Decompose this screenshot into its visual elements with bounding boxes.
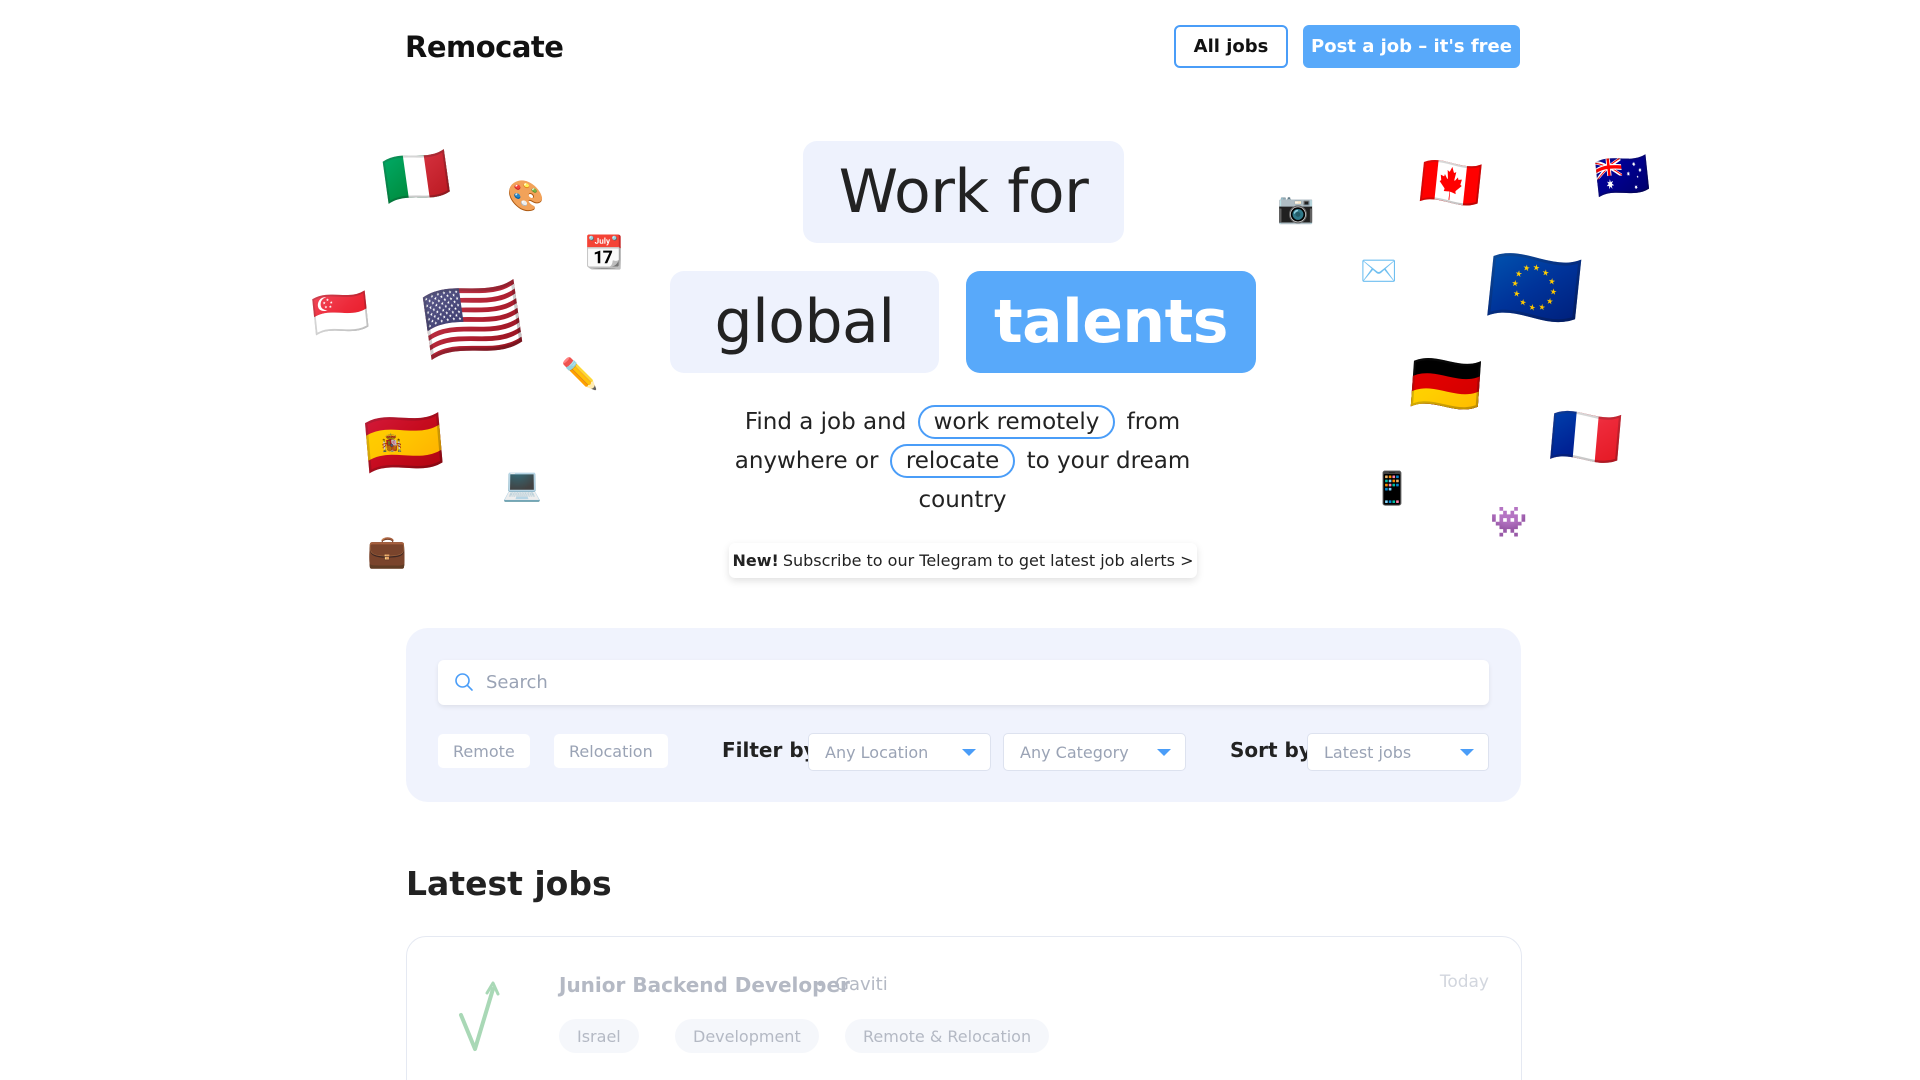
subtitle-text: Find a job and [744, 409, 907, 435]
job-tag-location: Israel [559, 1019, 639, 1053]
hero-word-talents: talents [966, 271, 1256, 373]
location-select[interactable]: Any Location [808, 733, 991, 771]
job-company: Gaviti [835, 974, 888, 995]
search-panel: Remote Relocation Filter by Any Location… [406, 628, 1521, 802]
location-select-value: Any Location [825, 742, 929, 762]
camera-icon: 📷 [1277, 191, 1315, 226]
usa-flag-icon: 🇺🇸 [416, 266, 529, 373]
sort-select[interactable]: Latest jobs [1307, 733, 1489, 771]
alien-icon: 👾 [1490, 505, 1528, 540]
category-select-value: Any Category [1020, 742, 1129, 762]
hero-word-global: global [670, 271, 939, 373]
italy-flag-icon: 🇮🇹 [378, 140, 455, 213]
latest-jobs-heading: Latest jobs [406, 864, 612, 903]
job-date: Today [1439, 972, 1489, 992]
new-badge: New! [732, 551, 779, 570]
envelope-icon: ✉️ [1360, 254, 1398, 289]
search-input[interactable] [486, 660, 1476, 705]
calendar-icon: 📆 [584, 233, 624, 271]
category-select[interactable]: Any Category [1003, 733, 1186, 771]
filter-by-label: Filter by [722, 738, 817, 762]
job-tag-category: Development [675, 1019, 819, 1053]
laptop-icon: 💻 [502, 465, 542, 503]
post-job-button[interactable]: Post a job – it's free [1303, 25, 1520, 68]
france-flag-icon: 🇫🇷 [1547, 399, 1626, 475]
chevron-down-icon [962, 749, 976, 756]
remote-filter-button[interactable]: Remote [438, 734, 530, 768]
palette-icon: 🎨 [507, 179, 545, 214]
germany-flag-icon: 🇩🇪 [1407, 347, 1485, 421]
hero-line-work-for: Work for [803, 141, 1124, 243]
job-title[interactable]: Junior Backend Developer [559, 973, 850, 997]
logo[interactable]: Remocate [405, 30, 564, 64]
pencil-icon: ✏️ [561, 357, 599, 392]
job-card[interactable]: Junior Backend Developer • Gaviti Today … [406, 936, 1522, 1080]
job-tag-type: Remote & Relocation [845, 1019, 1050, 1053]
eu-flag-icon: 🇪🇺 [1482, 238, 1587, 337]
company-logo-icon [459, 981, 500, 1051]
job-separator: • [815, 974, 826, 995]
search-icon [455, 673, 473, 691]
telegram-subscribe-link[interactable]: New! Subscribe to our Telegram to get la… [729, 543, 1197, 578]
work-remotely-chip: work remotely [917, 405, 1116, 439]
sort-select-value: Latest jobs [1324, 742, 1412, 762]
chevron-down-icon [1157, 749, 1171, 756]
canada-flag-icon: 🇨🇦 [1417, 150, 1486, 216]
relocation-filter-button[interactable]: Relocation [554, 734, 668, 768]
phone-icon: 📱 [1372, 469, 1412, 507]
briefcase-icon: 💼 [367, 532, 407, 570]
spain-flag-icon: 🇪🇸 [360, 403, 447, 485]
sort-by-label: Sort by [1230, 738, 1312, 762]
search-box[interactable] [438, 660, 1489, 705]
australia-flag-icon: 🇦🇺 [1592, 148, 1653, 205]
relocate-chip: relocate [889, 444, 1016, 478]
chevron-down-icon [1460, 749, 1474, 756]
telegram-text: Subscribe to our Telegram to get latest … [782, 551, 1194, 570]
all-jobs-button[interactable]: All jobs [1174, 25, 1288, 68]
hero-subtitle: Find a job and work remotely from anywhe… [700, 403, 1225, 520]
singapore-flag-icon: 🇸🇬 [309, 283, 372, 343]
